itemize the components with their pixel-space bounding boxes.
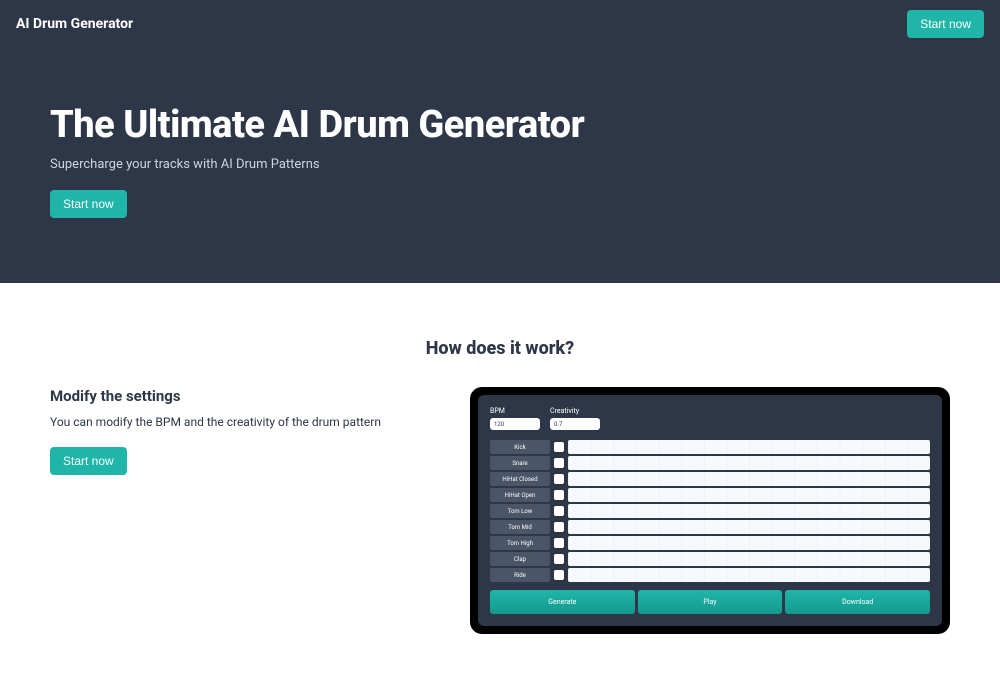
tracks-grid: Kick Snare HiHat Closed HiHat Open Tom Low To… xyxy=(490,440,930,582)
bpm-input[interactable]: 120 xyxy=(490,418,540,430)
hero-title: The Ultimate AI Drum Generator xyxy=(50,103,950,147)
track-enable-checkbox[interactable] xyxy=(554,490,564,500)
download-button[interactable]: Download xyxy=(785,590,930,614)
track-steps[interactable] xyxy=(568,456,930,470)
track-label: Tom Low xyxy=(490,504,550,518)
track-label: Clap xyxy=(490,552,550,566)
track-label: Snare xyxy=(490,456,550,470)
track-enable-checkbox[interactable] xyxy=(554,570,564,580)
action-row: Generate Play Download xyxy=(490,590,930,614)
track-steps[interactable] xyxy=(568,488,930,502)
track-enable-checkbox[interactable] xyxy=(554,506,564,516)
bpm-control-group: BPM 120 xyxy=(490,407,540,430)
track-enable-checkbox[interactable] xyxy=(554,458,564,468)
start-now-section-button[interactable]: Start now xyxy=(50,447,127,475)
track-steps[interactable] xyxy=(568,504,930,518)
two-column-layout: Modify the settings You can modify the B… xyxy=(50,387,950,634)
track-steps[interactable] xyxy=(568,536,930,550)
modify-settings-title: Modify the settings xyxy=(50,387,410,405)
modify-settings-text: You can modify the BPM and the creativit… xyxy=(50,415,410,429)
track-enable-checkbox[interactable] xyxy=(554,442,564,452)
bpm-label: BPM xyxy=(490,407,540,415)
play-button[interactable]: Play xyxy=(638,590,783,614)
app-inner: BPM 120 Creativity 0.7 Kick Snare HiHat Cl… xyxy=(478,395,942,626)
track-label: Kick xyxy=(490,440,550,454)
generate-button[interactable]: Generate xyxy=(490,590,635,614)
hero-section: The Ultimate AI Drum Generator Superchar… xyxy=(0,48,1000,283)
track-row: HiHat Open xyxy=(490,488,930,502)
track-row: Kick xyxy=(490,440,930,454)
how-it-works-section: How does it work? Modify the settings Yo… xyxy=(0,283,1000,674)
track-enable-checkbox[interactable] xyxy=(554,538,564,548)
track-steps[interactable] xyxy=(568,440,930,454)
track-row: Tom High xyxy=(490,536,930,550)
hero-subtitle: Supercharge your tracks with AI Drum Pat… xyxy=(50,157,950,172)
top-header: AI Drum Generator Start now xyxy=(0,0,1000,48)
creativity-label: Creativity xyxy=(550,407,600,415)
track-enable-checkbox[interactable] xyxy=(554,522,564,532)
creativity-control-group: Creativity 0.7 xyxy=(550,407,600,430)
track-label: Ride xyxy=(490,568,550,582)
track-row: Tom Low xyxy=(490,504,930,518)
how-it-works-heading: How does it work? xyxy=(50,338,950,359)
track-label: Tom Mid xyxy=(490,520,550,534)
explanation-column: Modify the settings You can modify the B… xyxy=(50,387,410,475)
start-now-header-button[interactable]: Start now xyxy=(907,10,984,38)
track-label: Tom High xyxy=(490,536,550,550)
track-enable-checkbox[interactable] xyxy=(554,474,564,484)
controls-row: BPM 120 Creativity 0.7 xyxy=(490,407,930,430)
start-now-hero-button[interactable]: Start now xyxy=(50,190,127,218)
app-screenshot-column: BPM 120 Creativity 0.7 Kick Snare HiHat Cl… xyxy=(470,387,950,634)
track-row: Tom Mid xyxy=(490,520,930,534)
creativity-input[interactable]: 0.7 xyxy=(550,418,600,430)
app-frame: BPM 120 Creativity 0.7 Kick Snare HiHat Cl… xyxy=(470,387,950,634)
track-steps[interactable] xyxy=(568,568,930,582)
app-title: AI Drum Generator xyxy=(16,16,133,32)
track-steps[interactable] xyxy=(568,520,930,534)
track-label: HiHat Open xyxy=(490,488,550,502)
track-steps[interactable] xyxy=(568,472,930,486)
track-steps[interactable] xyxy=(568,552,930,566)
track-row: Ride xyxy=(490,568,930,582)
track-label: HiHat Closed xyxy=(490,472,550,486)
track-row: Clap xyxy=(490,552,930,566)
track-row: HiHat Closed xyxy=(490,472,930,486)
track-row: Snare xyxy=(490,456,930,470)
